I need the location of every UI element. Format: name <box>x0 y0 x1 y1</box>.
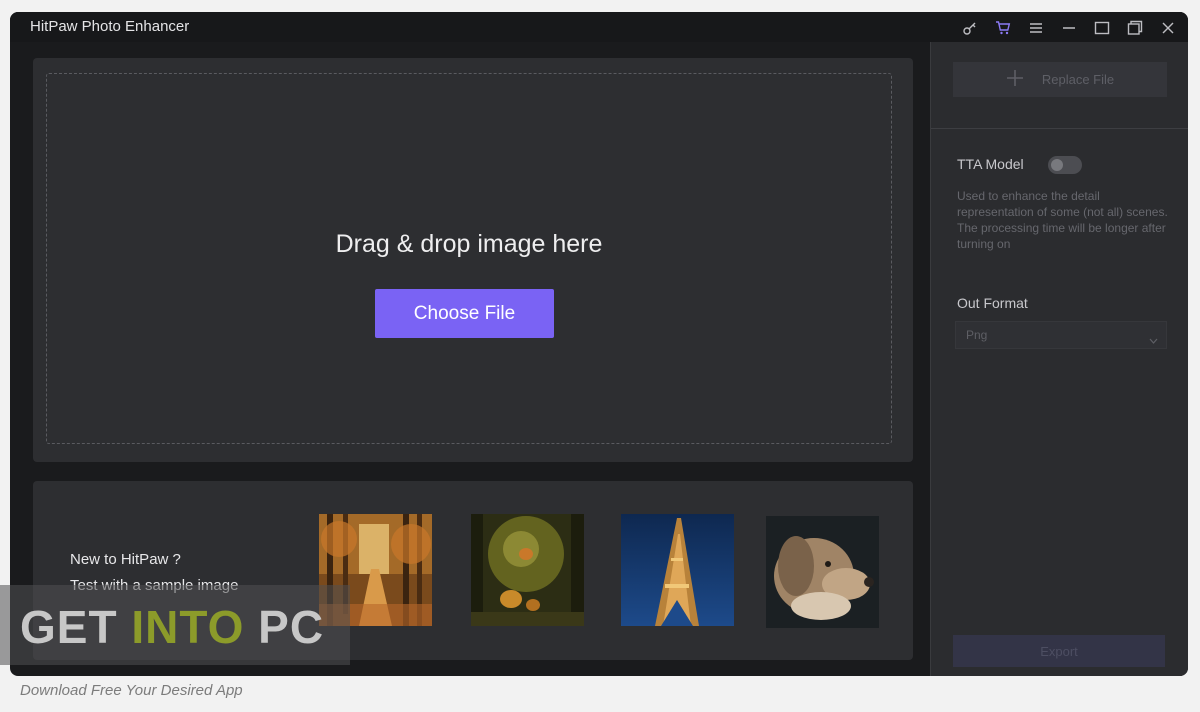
toggle-knob <box>1051 159 1063 171</box>
sidebar-divider <box>931 128 1188 129</box>
tta-model-toggle[interactable] <box>1048 156 1082 174</box>
drop-zone[interactable]: Drag & drop image here Choose File <box>46 73 892 444</box>
cart-icon[interactable] <box>990 15 1015 40</box>
sample-intro-line1: New to HitPaw ? <box>70 551 181 568</box>
choose-file-button[interactable]: Choose File <box>375 289 554 338</box>
chevron-down-icon <box>1149 331 1158 349</box>
title-bar: HitPaw Photo Enhancer <box>10 12 1188 42</box>
drop-prompt: Drag & drop image here <box>335 230 603 258</box>
sample-thumb-dog[interactable] <box>766 516 879 628</box>
export-button[interactable]: Export <box>953 635 1165 667</box>
out-format-label: Out Format <box>957 295 1028 311</box>
tta-model-description: Used to enhance the detail representatio… <box>957 189 1168 251</box>
tta-model-label: TTA Model <box>957 156 1024 172</box>
restore-icon[interactable] <box>1122 15 1147 40</box>
watermark-tagline: Download Free Your Desired App <box>20 682 243 699</box>
maximize-icon[interactable] <box>1089 15 1114 40</box>
watermark-part-3: PC <box>244 601 325 653</box>
watermark-part-1: GET <box>20 601 132 653</box>
titlebar-controls <box>957 15 1180 40</box>
sample-thumb-pumpkins[interactable] <box>471 514 584 626</box>
plus-icon <box>1006 69 1024 90</box>
sample-thumb-eiffel[interactable] <box>621 514 734 626</box>
watermark-part-2: INTO <box>131 601 245 653</box>
minimize-icon[interactable] <box>1056 15 1081 40</box>
replace-file-label: Replace File <box>1041 72 1115 87</box>
out-format-value: Png <box>966 328 988 342</box>
drop-panel: Drag & drop image here Choose File <box>33 58 913 462</box>
close-icon[interactable] <box>1155 15 1180 40</box>
app-title: HitPaw Photo Enhancer <box>30 18 190 35</box>
replace-file-button[interactable]: Replace File <box>953 62 1167 97</box>
menu-icon[interactable] <box>1023 15 1048 40</box>
app-window: HitPaw Photo Enhancer Drag & drop image … <box>10 12 1188 676</box>
out-format-select[interactable]: Png <box>955 321 1167 349</box>
key-icon[interactable] <box>957 15 982 40</box>
watermark-logo: GET INTO PC <box>20 600 324 654</box>
settings-sidebar: Replace File TTA Model Used to enhance t… <box>930 42 1188 676</box>
